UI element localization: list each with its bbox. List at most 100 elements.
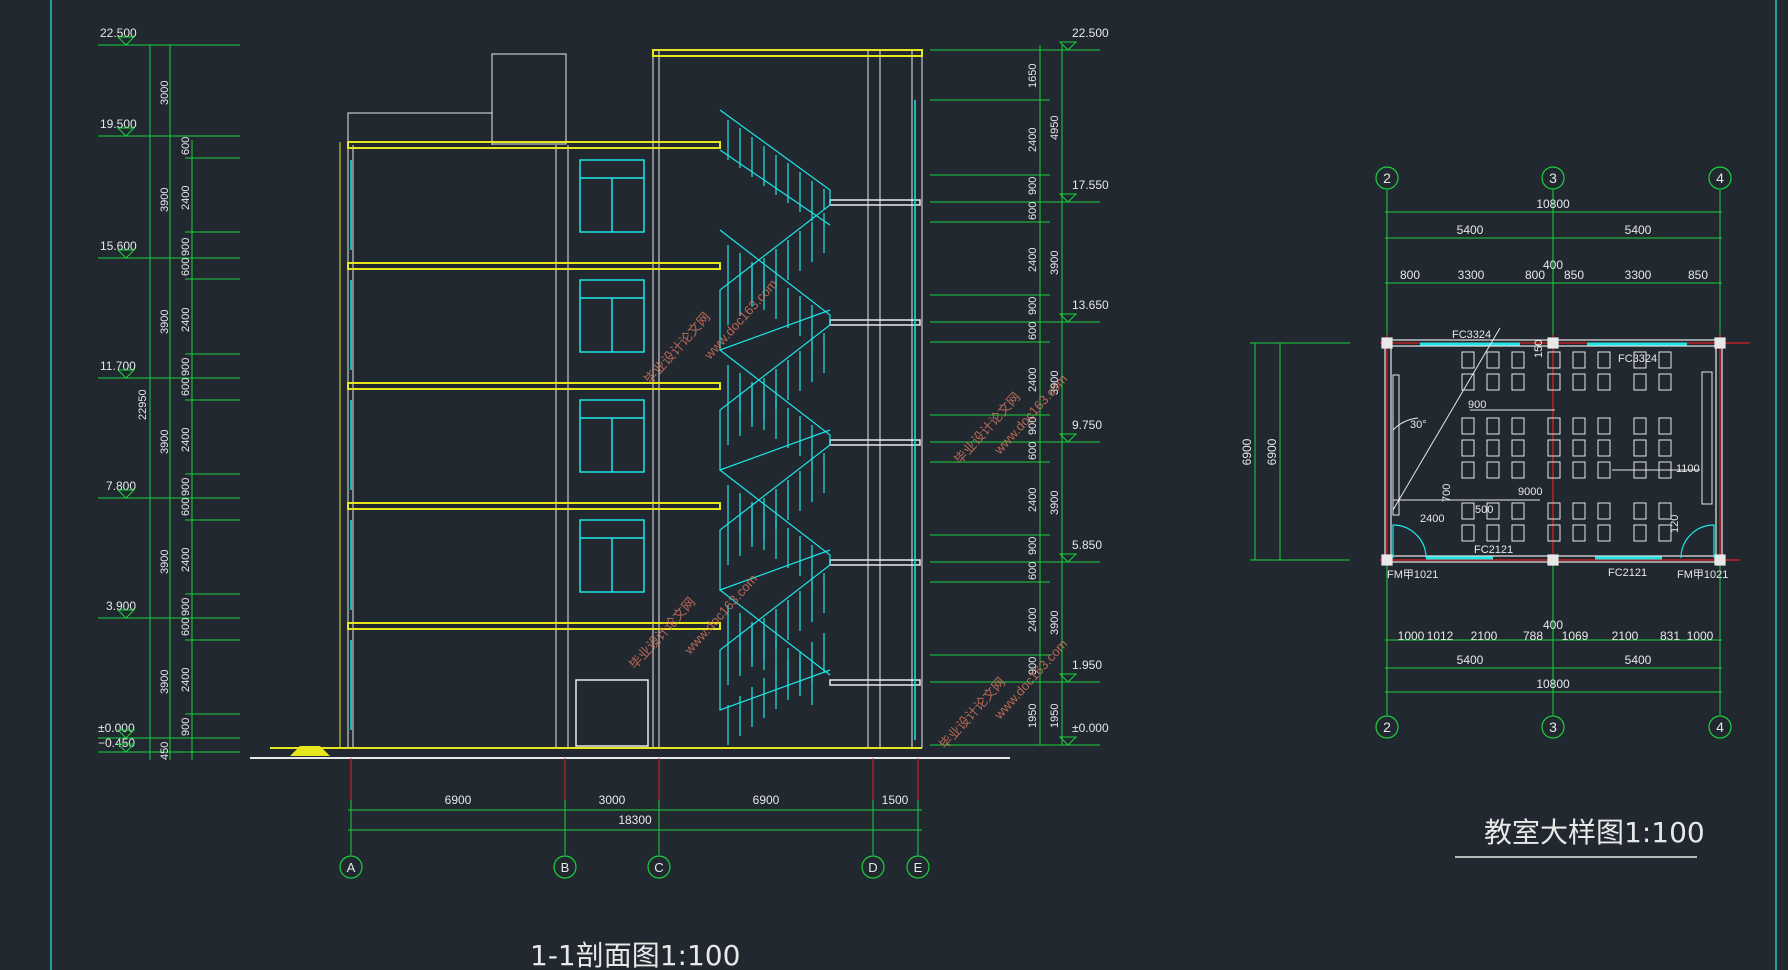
- plan-bottom-total: 10800: [1536, 677, 1570, 691]
- left-dim-inner-1: 2400: [180, 186, 192, 210]
- right-dim-inner-2: 900: [1027, 177, 1039, 195]
- student-desk: [1597, 524, 1611, 542]
- plan-axis-bottom-3: 3: [1549, 719, 1557, 735]
- axis-label-b: B: [561, 860, 570, 875]
- window-label-top-1: FC3324: [1618, 353, 1657, 365]
- right-dim-inner-4: 2400: [1027, 248, 1039, 272]
- plan-side-dim-0: 6900: [1240, 438, 1254, 465]
- student-desk: [1633, 502, 1647, 520]
- student-desk: [1547, 524, 1561, 542]
- left-dim-inner-11: 900: [180, 598, 192, 616]
- left-dim-inner-9: 600: [180, 498, 192, 516]
- student-desk: [1572, 373, 1586, 391]
- left-dim-outer-1: 3900: [159, 188, 171, 212]
- student-desk: [1597, 439, 1611, 457]
- plan-bottom-detail-1: 1012: [1427, 629, 1454, 643]
- plan-top-detail-6: 850: [1688, 268, 1708, 282]
- stair-flights: [719, 109, 831, 745]
- student-desk: [1572, 417, 1586, 435]
- left-dim-inner-7: 2400: [180, 428, 192, 452]
- plan-inner-dim-2: 1100: [1676, 463, 1700, 475]
- left-dim-inner-4: 2400: [180, 308, 192, 332]
- plan-axis-top-4: 4: [1716, 170, 1724, 186]
- plan-inner-dim-8: 30°: [1410, 419, 1427, 431]
- plan-top-total: 10800: [1536, 197, 1570, 211]
- left-dim-outer-3: 3900: [159, 430, 171, 454]
- right-elev-6: ±0.000: [1072, 721, 1109, 735]
- student-desk: [1597, 417, 1611, 435]
- landings: [829, 199, 921, 686]
- right-dim-outer-1: 3900: [1049, 251, 1061, 275]
- section-drawing: 22.500 19.500 15.600 11.700 7.800 3.900 …: [98, 26, 1109, 970]
- left-dim-outer-0: 3000: [159, 81, 171, 105]
- student-desk: [1486, 524, 1500, 542]
- student-desk: [1597, 373, 1611, 391]
- student-desk: [1486, 439, 1500, 457]
- student-desk: [1461, 417, 1475, 435]
- student-desk: [1547, 351, 1561, 369]
- left-elevation-labels: 22.500 19.500 15.600 11.700 7.800 3.900 …: [98, 26, 137, 750]
- student-desk: [1633, 524, 1647, 542]
- student-desk: [1658, 351, 1672, 369]
- plan-bottom-half-0: 5400: [1457, 653, 1484, 667]
- right-dim-inner-3: 600: [1027, 202, 1039, 220]
- axis-dimension-lines: [348, 760, 922, 855]
- right-dim-inner-11: 900: [1027, 537, 1039, 555]
- axis-dim-0: 6900: [445, 793, 472, 807]
- axis-label-a: A: [347, 860, 356, 875]
- right-dim-outer-0: 4950: [1049, 116, 1061, 140]
- right-elev-5: 1.950: [1072, 658, 1102, 672]
- student-desk: [1486, 461, 1500, 479]
- axis-dim-3: 1500: [882, 793, 909, 807]
- student-desk: [1572, 461, 1586, 479]
- right-dim-inner-5: 900: [1027, 297, 1039, 315]
- plan-top-detail-5: 3300: [1625, 268, 1652, 282]
- plan-bottom-detail-6: 2100: [1612, 629, 1639, 643]
- plan-axis-top-3: 3: [1549, 170, 1557, 186]
- student-desk: [1547, 439, 1561, 457]
- window-label-top-0: FC3324: [1452, 329, 1491, 341]
- plan-axis-top-2: 2: [1383, 170, 1391, 186]
- student-desk: [1658, 439, 1672, 457]
- left-elev-4: 7.800: [106, 479, 136, 493]
- plan-inner-dim-6: 150: [1533, 340, 1545, 358]
- plan-bottom-detail-8: 1000: [1687, 629, 1714, 643]
- axis-label-c: C: [654, 860, 663, 875]
- left-dim-inner-14: 900: [180, 718, 192, 736]
- plan-top-half-0: 5400: [1457, 223, 1484, 237]
- student-desk: [1572, 351, 1586, 369]
- left-dim-inner-10: 2400: [180, 548, 192, 572]
- student-desk: [1461, 439, 1475, 457]
- plan-side-dim-1: 6900: [1265, 438, 1279, 465]
- right-dim-inner-0: 1650: [1027, 64, 1039, 88]
- axis-total: 18300: [618, 813, 652, 827]
- classroom-plan: 2 3 4 2 3 4 10800 5400 5400 800 3300 800…: [1240, 166, 1750, 858]
- plan-bottom-detail-7: 831: [1660, 629, 1680, 643]
- left-elevation-column: [98, 44, 240, 760]
- student-desk: [1511, 351, 1525, 369]
- left-dim-outer-2: 3900: [159, 310, 171, 334]
- right-elev-0: 22.500: [1072, 26, 1109, 40]
- cad-drawing-canvas: 22.500 19.500 15.600 11.700 7.800 3.900 …: [50, 0, 1777, 970]
- right-dim-inner-1: 2400: [1027, 128, 1039, 152]
- plan-labels: FC3324 FC3324 FC2121 FC2121 FM甲1021 FM甲1…: [1387, 329, 1728, 581]
- right-dim-inner-13: 2400: [1027, 608, 1039, 632]
- student-desk: [1597, 461, 1611, 479]
- student-desk: [1461, 524, 1475, 542]
- student-desk: [1511, 417, 1525, 435]
- student-desk: [1511, 461, 1525, 479]
- plan-inner-dim-7: 120: [1669, 515, 1681, 533]
- plan-inner-dim-3: 2400: [1420, 513, 1444, 525]
- plan-bottom-detail-4: 400: [1543, 618, 1563, 632]
- left-elev-6: ±0.000: [98, 721, 135, 735]
- plan-top-detail-4: 850: [1564, 268, 1584, 282]
- plan-top-half-1: 5400: [1625, 223, 1652, 237]
- axis-dim-2: 6900: [753, 793, 780, 807]
- section-title: 1-1剖面图1:100: [530, 939, 740, 970]
- watermark-cn-3: 毕业设计论文网: [626, 594, 698, 672]
- left-dim-outer-5: 3900: [159, 670, 171, 694]
- left-dim-outer-6: 450: [159, 742, 171, 760]
- plan-axis-labels: 2 3 4 2 3 4: [1383, 170, 1724, 735]
- student-desk: [1572, 439, 1586, 457]
- plan-top-detail-3: 400: [1543, 258, 1563, 272]
